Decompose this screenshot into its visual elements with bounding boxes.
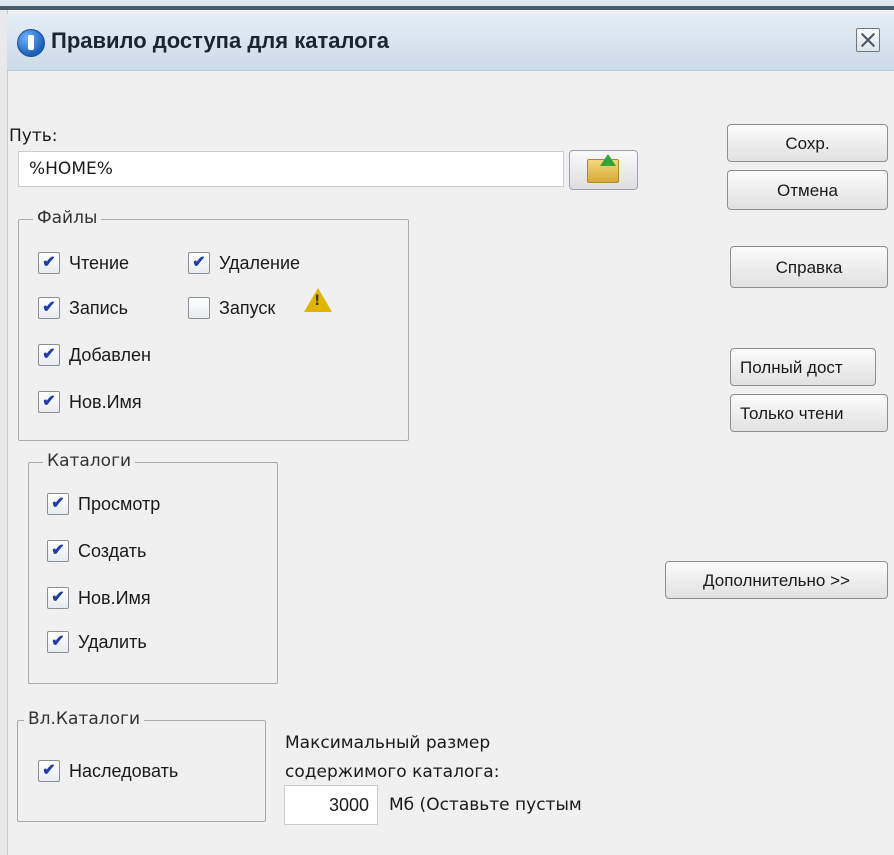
checkbox-files-write[interactable]: ✔ Запись (38, 297, 128, 319)
checkbox-catalogs-rename[interactable]: ✔ Нов.Имя (47, 587, 151, 609)
checkbox-label: Чтение (69, 252, 130, 273)
cancel-button[interactable]: Отмена (727, 170, 888, 210)
checkbox-subcatalogs-inherit[interactable]: ✔ Наследовать (38, 760, 178, 782)
folder-up-icon (587, 154, 619, 183)
checkbox-catalogs-delete[interactable]: ✔ Удалить (47, 631, 147, 653)
checkbox-catalogs-view[interactable]: ✔ Просмотр (47, 493, 160, 515)
read-only-button[interactable]: Только чтени (730, 394, 888, 432)
checkbox-files-execute[interactable]: Запуск (188, 297, 275, 319)
checkbox-label: Удаление (219, 252, 301, 273)
info-icon (17, 29, 45, 57)
max-size-label-line2: содержимого каталога: (285, 762, 500, 782)
help-button[interactable]: Справка (730, 246, 888, 288)
subcatalogs-group-title: Вл.Каталоги (24, 709, 144, 729)
checkbox-files-read[interactable]: ✔ Чтение (38, 252, 129, 274)
checkbox-label: Наследовать (69, 760, 179, 781)
checkbox-box[interactable]: ✔ (47, 493, 69, 515)
max-size-label-line1: Максимальный размер (285, 733, 491, 753)
checkbox-box[interactable]: ✔ (38, 344, 60, 366)
browse-folder-button[interactable] (569, 150, 638, 190)
checkbox-catalogs-create[interactable]: ✔ Создать (47, 540, 146, 562)
checkbox-label: Добавлен (69, 344, 150, 365)
dialog-titlebar[interactable]: Правило доступа для каталога (7, 14, 894, 71)
advanced-button[interactable]: Дополнительно >> (665, 561, 888, 599)
close-icon[interactable] (856, 28, 880, 52)
checkbox-box[interactable]: ✔ (38, 297, 60, 319)
checkbox-box[interactable]: ✔ (188, 252, 210, 274)
checkbox-label: Создать (78, 540, 147, 561)
path-input[interactable]: %HOME% (18, 151, 564, 187)
checkbox-box[interactable]: ✔ (47, 540, 69, 562)
checkbox-box[interactable]: ✔ (38, 252, 60, 274)
checkbox-box[interactable]: ✔ (38, 760, 60, 782)
checkbox-files-rename[interactable]: ✔ Нов.Имя (38, 391, 142, 413)
window-left-edge (0, 10, 8, 855)
checkbox-box[interactable] (188, 297, 210, 319)
checkbox-box[interactable]: ✔ (38, 391, 60, 413)
checkbox-label: Нов.Имя (78, 587, 151, 608)
checkbox-box[interactable]: ✔ (47, 587, 69, 609)
max-size-unit-text: Мб (Оставьте пустым (389, 795, 582, 815)
checkbox-label: Удалить (78, 631, 147, 652)
checkbox-label: Запуск (219, 297, 276, 318)
window-top-strip (0, 0, 894, 10)
checkbox-files-delete[interactable]: ✔ Удаление (188, 252, 300, 274)
checkbox-label: Нов.Имя (69, 391, 142, 412)
checkbox-label: Просмотр (78, 493, 161, 514)
checkbox-files-append[interactable]: ✔ Добавлен (38, 344, 150, 366)
path-label: Путь: (9, 126, 58, 146)
full-access-button[interactable]: Полный дост (730, 348, 876, 386)
warning-icon-glyph: ! (314, 293, 321, 309)
files-group-title: Файлы (33, 208, 102, 228)
save-button[interactable]: Сохр. (727, 124, 888, 162)
checkbox-box[interactable]: ✔ (47, 631, 69, 653)
dialog-title: Правило доступа для каталога (51, 28, 389, 53)
checkbox-label: Запись (69, 297, 129, 318)
catalogs-group-title: Каталоги (43, 451, 136, 471)
max-size-input[interactable]: 3000 (284, 785, 378, 825)
